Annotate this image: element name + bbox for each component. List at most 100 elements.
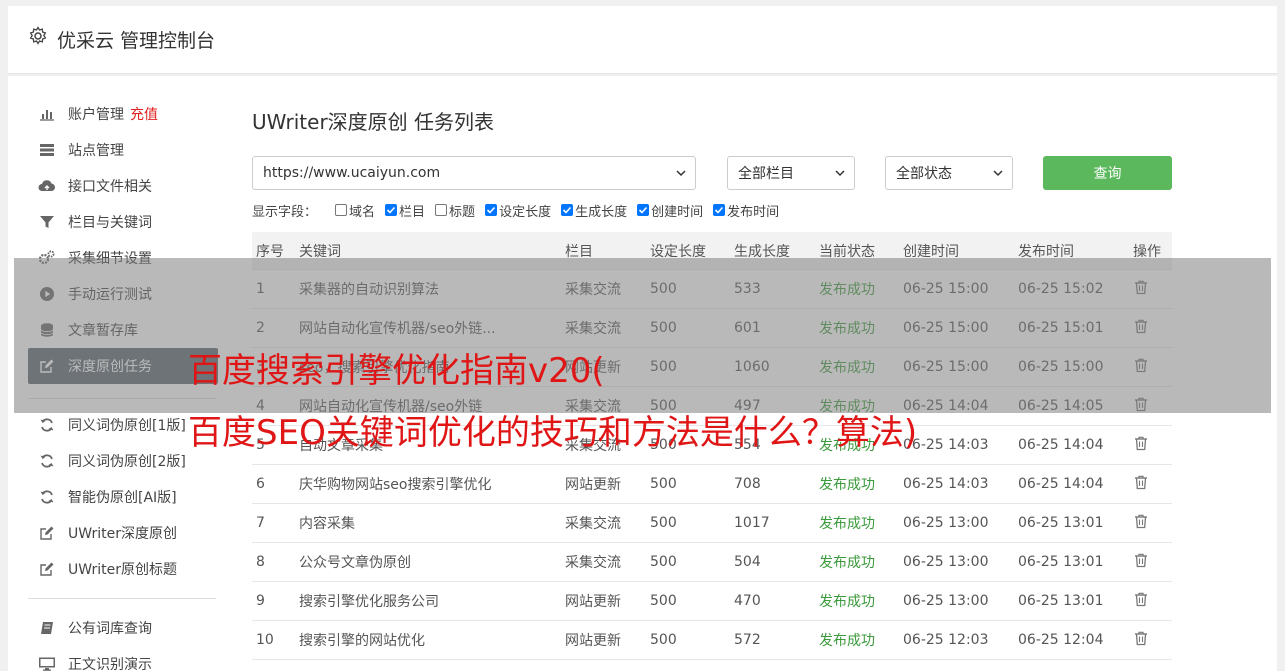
table-cell: 06-25 14:04 (1018, 476, 1104, 492)
sidebar-item-items2-4[interactable]: UWriter原创标题 (28, 551, 218, 587)
table-cell: 06-25 13:01 (1018, 515, 1104, 531)
delete-button[interactable] (1133, 513, 1168, 533)
table-cell: 06-25 12:03 (903, 632, 989, 648)
field-checkbox-label: 栏目 (399, 204, 426, 220)
sidebar-item-label: 同义词伪原创[1版] (68, 418, 186, 434)
table-cell: 发布成功 (819, 633, 875, 649)
field-checkbox[interactable]: 创建时间 (637, 201, 703, 220)
field-checkbox[interactable]: 发布时间 (713, 201, 779, 220)
table-cell: 搜索引擎的网站优化 (299, 633, 425, 649)
table-cell: 500 (650, 593, 677, 609)
server-icon (38, 141, 56, 159)
delete-button[interactable] (1133, 435, 1168, 455)
table-cell: 06-25 13:01 (1018, 554, 1104, 570)
column-select[interactable]: 全部栏目 (727, 156, 855, 190)
sidebar-item-items-0[interactable]: 账户管理 充值 (28, 96, 218, 132)
field-checkbox[interactable]: 域名 (335, 201, 375, 220)
book-icon (38, 619, 56, 637)
field-checkbox-label: 发布时间 (727, 204, 780, 220)
checkbox-unchecked-icon[interactable] (435, 204, 448, 216)
table-cell: 06-25 14:04 (1018, 437, 1104, 453)
trash-icon[interactable] (1133, 630, 1149, 646)
field-checkbox-label: 生成长度 (575, 204, 628, 220)
field-checkbox-label: 设定长度 (499, 204, 552, 220)
headline-line-1: 百度搜索引擎优化指南v20( (188, 351, 605, 391)
table-cell: 06-25 13:00 (903, 593, 989, 609)
table-cell: 8 (256, 554, 265, 570)
table-cell: 7 (256, 515, 265, 531)
table-cell: 发布成功 (819, 516, 875, 532)
trash-icon[interactable] (1133, 552, 1149, 568)
sidebar-item-items3-0[interactable]: 公有词库查询 (28, 610, 218, 646)
table-cell: 470 (734, 593, 761, 609)
trash-icon[interactable] (1133, 435, 1149, 451)
column-select-value: 全部栏目 (738, 166, 794, 182)
filter-icon (38, 213, 56, 231)
checkbox-unchecked-icon[interactable] (335, 204, 348, 216)
field-checkbox-label: 域名 (349, 204, 376, 220)
delete-button[interactable] (1133, 474, 1168, 494)
chevron-down-icon (993, 170, 1003, 177)
field-checkbox[interactable]: 生成长度 (561, 201, 627, 220)
bar-chart-icon (38, 105, 56, 123)
field-checkbox[interactable]: 栏目 (385, 201, 425, 220)
table-cell: 9 (256, 593, 265, 609)
gear-icon (29, 26, 47, 45)
sidebar-item-items-3[interactable]: 栏目与关键词 (28, 204, 218, 240)
sidebar-item-label: 同义词伪原创[2版] (68, 454, 186, 470)
table-cell: 06-25 13:00 (903, 554, 989, 570)
checkbox-checked-icon[interactable] (385, 204, 398, 216)
table-cell: 06-25 12:04 (1018, 632, 1104, 648)
trash-icon[interactable] (1133, 591, 1149, 607)
table-cell: 采集交流 (565, 555, 621, 571)
sidebar-item-label: UWriter深度原创 (68, 526, 177, 542)
table-row: 6 庆华购物网站seo搜索引擎优化 网站更新 500 708 发布成功 06-25 14:0… (252, 465, 1172, 504)
table-row: 10 搜索引擎的网站优化 网站更新 500 572 发布成功 06-25 12:03 06-2… (252, 621, 1172, 660)
sidebar-item-label: UWriter原创标题 (68, 562, 177, 578)
delete-button[interactable] (1133, 591, 1168, 611)
table-cell: 发布成功 (819, 555, 875, 571)
status-select[interactable]: 全部状态 (885, 156, 1013, 190)
table-cell: 发布成功 (819, 594, 875, 610)
trash-icon[interactable] (1133, 474, 1149, 490)
sidebar-item-items-2[interactable]: 接口文件相关 (28, 168, 218, 204)
query-button[interactable]: 查询 (1043, 156, 1172, 190)
status-select-value: 全部状态 (896, 166, 952, 182)
field-checkbox[interactable]: 标题 (435, 201, 475, 220)
trash-icon[interactable] (1133, 513, 1149, 529)
table-cell: 06-25 14:03 (903, 476, 989, 492)
checkbox-checked-icon[interactable] (713, 204, 726, 216)
sidebar-item-label: 站点管理 (68, 143, 124, 159)
chevron-down-icon (676, 170, 686, 177)
checkbox-checked-icon[interactable] (637, 204, 650, 216)
chevron-down-icon (835, 170, 845, 177)
sidebar-item-label: 正文识别演示 (68, 657, 152, 671)
recharge-link[interactable]: 充值 (130, 104, 158, 124)
sidebar-item-items3-1[interactable]: 正文识别演示 (28, 646, 218, 671)
sidebar-item-items2-3[interactable]: UWriter深度原创 (28, 515, 218, 551)
refresh-icon (38, 488, 56, 506)
delete-button[interactable] (1133, 552, 1168, 572)
refresh-icon (38, 452, 56, 470)
table-cell: 搜索引擎优化服务公司 (299, 594, 439, 610)
edit-icon (38, 524, 56, 542)
site-select[interactable]: https://www.ucaiyun.com (252, 156, 696, 190)
fields-label: 显示字段： (252, 204, 318, 220)
refresh-icon (38, 416, 56, 434)
checkbox-checked-icon[interactable] (485, 204, 498, 216)
top-header: 优采云 管理控制台 (8, 6, 1277, 74)
field-checkbox[interactable]: 设定长度 (485, 201, 551, 220)
delete-button[interactable] (1133, 630, 1168, 650)
sidebar-item-label: 智能伪原创[AI版] (68, 490, 177, 506)
table-cell: 06-25 14:03 (903, 437, 989, 453)
table-cell: 500 (650, 554, 677, 570)
checkbox-checked-icon[interactable] (561, 204, 574, 216)
display-fields: 显示字段： 域名 栏目 标题 设定长度 生成长度 创建时间 发布时间 (252, 201, 789, 220)
table-cell: 500 (650, 632, 677, 648)
table-cell: 1017 (734, 515, 770, 531)
sidebar-item-items2-2[interactable]: 智能伪原创[AI版] (28, 479, 218, 515)
field-checkbox-label: 创建时间 (651, 204, 704, 220)
table-cell: 500 (650, 476, 677, 492)
sidebar-item-items-1[interactable]: 站点管理 (28, 132, 218, 168)
field-checkbox-label: 标题 (449, 204, 476, 220)
